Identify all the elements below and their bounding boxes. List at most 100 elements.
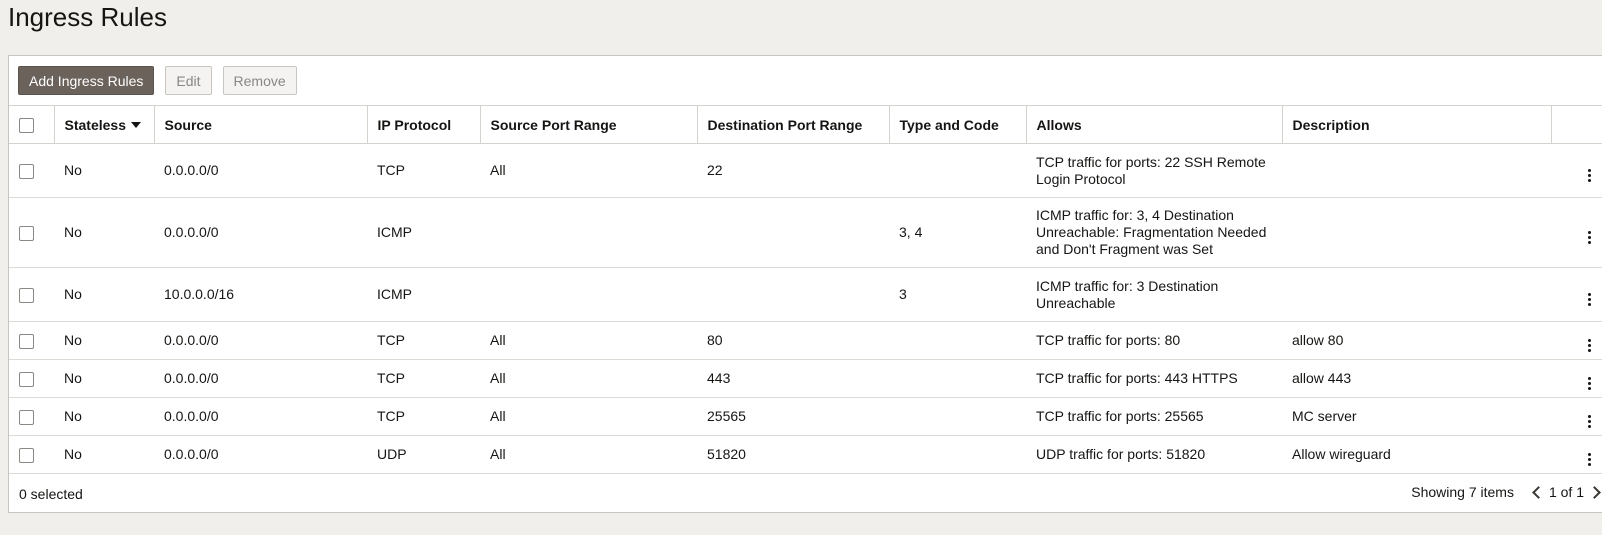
- cell-description: allow 443: [1282, 359, 1551, 398]
- row-actions-menu-icon[interactable]: [1585, 415, 1593, 428]
- row-checkbox[interactable]: [19, 333, 34, 349]
- cell-allows: TCP traffic for ports: 443 HTTPS: [1026, 359, 1282, 398]
- cell-ip-protocol: ICMP: [367, 267, 480, 322]
- cell-destination-port-range: 25565: [697, 397, 889, 436]
- cell-ip-protocol: TCP: [367, 397, 480, 436]
- edit-button[interactable]: Edit: [165, 66, 212, 95]
- cell-destination-port-range: [697, 197, 889, 268]
- cell-stateless: No: [54, 197, 154, 268]
- column-header-source-port-range[interactable]: Source Port Range: [480, 105, 698, 144]
- cell-type-and-code: 3, 4: [889, 197, 1026, 268]
- cell-source: 0.0.0.0/0: [154, 397, 367, 436]
- cell-destination-port-range: 22: [697, 143, 889, 198]
- cell-ip-protocol: TCP: [367, 359, 480, 398]
- cell-stateless: No: [54, 359, 154, 398]
- column-header-description[interactable]: Description: [1282, 105, 1552, 144]
- column-header-destination-port-range[interactable]: Destination Port Range: [697, 105, 890, 144]
- cell-stateless: No: [54, 143, 154, 198]
- table-row: No 10.0.0.0/16 ICMP 3 ICMP traffic for: …: [9, 267, 1602, 322]
- cell-type-and-code: [889, 143, 1026, 198]
- select-all-checkbox[interactable]: [19, 117, 34, 133]
- add-ingress-rules-button[interactable]: Add Ingress Rules: [18, 66, 155, 95]
- table-row: No 0.0.0.0/0 TCP All 80 TCP traffic for …: [9, 321, 1602, 360]
- sort-descending-icon: [130, 121, 141, 128]
- cell-stateless: No: [54, 435, 154, 474]
- cell-description: [1282, 267, 1551, 322]
- cell-description: allow 80: [1282, 321, 1551, 360]
- cell-allows: TCP traffic for ports: 25565: [1026, 397, 1282, 436]
- cell-type-and-code: [889, 435, 1026, 474]
- table-row: No 0.0.0.0/0 TCP All 443 TCP traffic for…: [9, 359, 1602, 398]
- table-footer: 0 selected Showing 7 items 1 of 1: [9, 475, 1602, 513]
- cell-source-port-range: All: [480, 397, 697, 436]
- page-indicator: 1 of 1: [1548, 484, 1584, 500]
- cell-allows: UDP traffic for ports: 51820: [1026, 435, 1282, 474]
- row-checkbox[interactable]: [19, 447, 34, 463]
- row-checkbox[interactable]: [19, 287, 34, 303]
- pagination: Showing 7 items 1 of 1: [1411, 484, 1602, 500]
- row-actions-menu-icon[interactable]: [1585, 293, 1593, 306]
- row-actions-menu-icon[interactable]: [1585, 339, 1593, 352]
- cell-allows: TCP traffic for ports: 22 SSH Remote Log…: [1026, 143, 1282, 198]
- cell-ip-protocol: ICMP: [367, 197, 480, 268]
- table-row: No 0.0.0.0/0 ICMP 3, 4 ICMP traffic for:…: [9, 197, 1602, 268]
- cell-description: MC server: [1282, 397, 1551, 436]
- column-header-type-and-code[interactable]: Type and Code: [889, 105, 1027, 144]
- ingress-rules-panel: Add Ingress Rules Edit Remove Stateless …: [8, 55, 1602, 513]
- row-actions-menu-icon[interactable]: [1585, 377, 1593, 390]
- toolbar: Add Ingress Rules Edit Remove: [18, 66, 297, 95]
- table-row: No 0.0.0.0/0 TCP All 22 TCP traffic for …: [9, 143, 1602, 198]
- table-header-row: Stateless Source IP Protocol Source Port…: [9, 105, 1602, 144]
- row-actions-menu-icon[interactable]: [1585, 169, 1593, 182]
- cell-source-port-range: All: [480, 143, 697, 198]
- column-header-allows[interactable]: Allows: [1026, 105, 1283, 144]
- cell-source: 0.0.0.0/0: [154, 197, 367, 268]
- column-header-ip-protocol[interactable]: IP Protocol: [367, 105, 481, 144]
- chevron-right-icon[interactable]: [1588, 485, 1601, 499]
- cell-source: 0.0.0.0/0: [154, 143, 367, 198]
- remove-button[interactable]: Remove: [222, 66, 297, 95]
- cell-type-and-code: [889, 397, 1026, 436]
- column-header-stateless[interactable]: Stateless: [54, 105, 155, 144]
- cell-ip-protocol: UDP: [367, 435, 480, 474]
- select-all-cell: [9, 105, 55, 144]
- cell-type-and-code: 3: [889, 267, 1026, 322]
- cell-source: 0.0.0.0/0: [154, 359, 367, 398]
- cell-source: 0.0.0.0/0: [154, 321, 367, 360]
- cell-allows: ICMP traffic for: 3 Destination Unreacha…: [1026, 267, 1282, 322]
- row-actions-menu-icon[interactable]: [1585, 231, 1593, 244]
- cell-type-and-code: [889, 321, 1026, 360]
- cell-stateless: No: [54, 267, 154, 322]
- cell-allows: ICMP traffic for: 3, 4 Destination Unrea…: [1026, 197, 1282, 268]
- row-checkbox[interactable]: [19, 409, 34, 425]
- row-checkbox[interactable]: [19, 163, 34, 179]
- cell-description: Allow wireguard: [1282, 435, 1551, 474]
- cell-source-port-range: All: [480, 321, 697, 360]
- cell-source-port-range: All: [480, 435, 697, 474]
- selected-count: 0 selected: [19, 486, 83, 502]
- column-header-actions: [1551, 105, 1602, 144]
- row-checkbox[interactable]: [19, 371, 34, 387]
- cell-destination-port-range: [697, 267, 889, 322]
- cell-description: [1282, 197, 1551, 268]
- cell-description: [1282, 143, 1551, 198]
- cell-stateless: No: [54, 321, 154, 360]
- cell-source-port-range: [480, 197, 697, 268]
- cell-source-port-range: All: [480, 359, 697, 398]
- row-actions-menu-icon[interactable]: [1585, 453, 1593, 466]
- cell-ip-protocol: TCP: [367, 321, 480, 360]
- row-checkbox[interactable]: [19, 225, 34, 241]
- cell-destination-port-range: 80: [697, 321, 889, 360]
- cell-destination-port-range: 51820: [697, 435, 889, 474]
- cell-source: 10.0.0.0/16: [154, 267, 367, 322]
- cell-source: 0.0.0.0/0: [154, 435, 367, 474]
- showing-items-text: Showing 7 items: [1411, 484, 1514, 500]
- cell-source-port-range: [480, 267, 697, 322]
- chevron-left-icon[interactable]: [1532, 485, 1545, 499]
- cell-stateless: No: [54, 397, 154, 436]
- page-title: Ingress Rules: [8, 2, 167, 32]
- table-row: No 0.0.0.0/0 UDP All 51820 UDP traffic f…: [9, 435, 1602, 474]
- column-header-source[interactable]: Source: [154, 105, 368, 144]
- table-row: No 0.0.0.0/0 TCP All 25565 TCP traffic f…: [9, 397, 1602, 436]
- cell-allows: TCP traffic for ports: 80: [1026, 321, 1282, 360]
